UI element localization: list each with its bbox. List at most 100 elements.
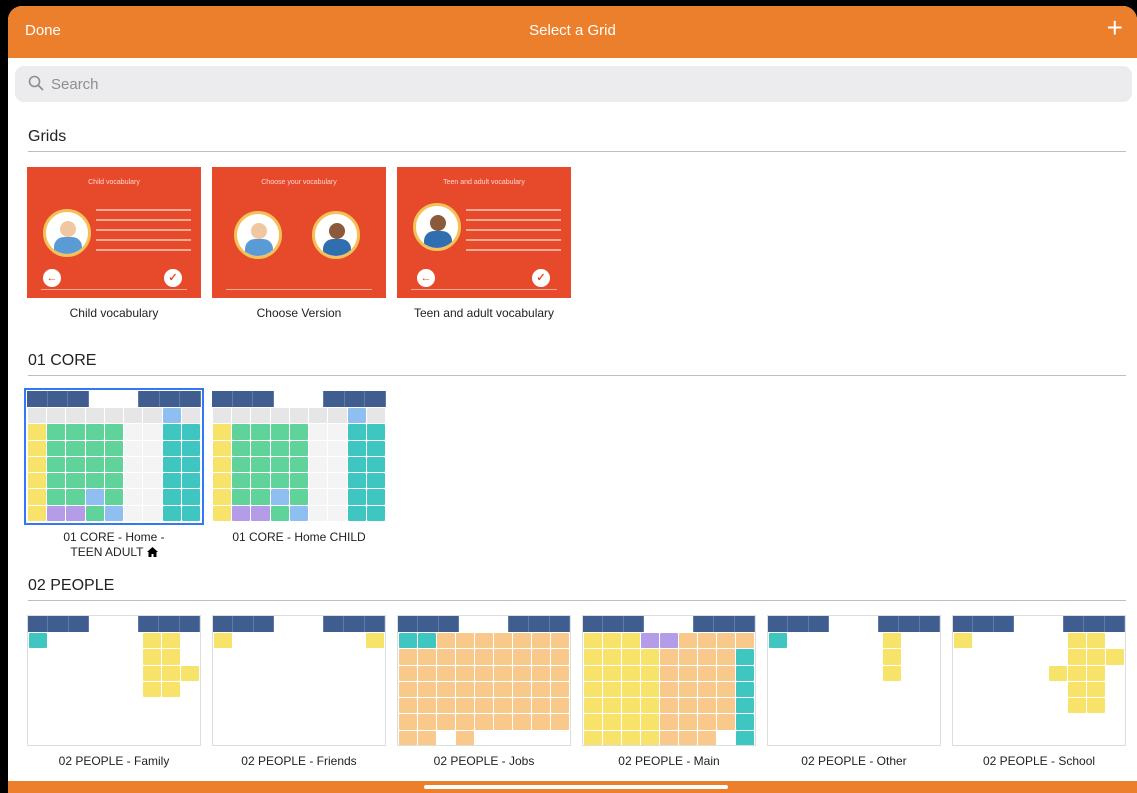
symbol-cell: [1087, 633, 1105, 649]
grid-tile-teen-adult-vocabulary[interactable]: Teen and adult vocabulary ← ✓ Teen and a…: [397, 167, 571, 321]
symbol-cell: [456, 649, 474, 665]
symbol-cell: [309, 440, 328, 456]
grid-tile-core-home-teen-adult[interactable]: 01 CORE - Home - TEEN ADULT: [24, 388, 204, 560]
symbol-cell: [270, 456, 289, 473]
add-grid-button[interactable]: +: [1107, 14, 1123, 42]
symbol-cell: [1011, 714, 1029, 730]
symbol-grid-preview: [398, 632, 570, 745]
symbol-cell: [1049, 681, 1067, 698]
symbol-cell: [992, 714, 1010, 730]
symbol-cell: [328, 698, 346, 714]
symbol-cell: [1068, 681, 1086, 698]
symbol-cell: [864, 698, 882, 714]
grid-tile-people-school[interactable]: 02 PEOPLE - School: [952, 615, 1126, 769]
symbol-cell: [660, 649, 678, 665]
symbol-cell: [47, 408, 66, 424]
symbol-cell: [622, 730, 640, 745]
symbol-cell: [48, 633, 66, 649]
grid-tile-label: 02 PEOPLE - School: [982, 754, 1096, 768]
symbol-cell: [104, 456, 124, 473]
symbol-cell: [992, 681, 1010, 698]
symbol-cell: [603, 730, 621, 745]
symbol-cell: [232, 505, 251, 521]
symbol-cell: [494, 698, 512, 714]
symbol-cell: [67, 730, 85, 745]
symbol-cell: [864, 730, 882, 745]
symbol-cell: [1106, 714, 1124, 730]
symbol-cell: [399, 714, 417, 730]
symbol-cell: [124, 424, 143, 440]
symbol-cell: [289, 489, 309, 505]
symbol-cell: [232, 473, 251, 489]
symbol-cell: [1011, 665, 1029, 681]
symbol-cell: [660, 714, 678, 730]
symbol-cell: [66, 473, 85, 489]
search-input[interactable]: [51, 72, 1111, 96]
grid-toolbar: [398, 616, 570, 632]
symbol-cell: [251, 440, 270, 456]
grid-tile-label: 02 PEOPLE - Other: [801, 754, 907, 768]
symbol-cell: [902, 665, 920, 681]
symbol-cell: [437, 698, 455, 714]
symbol-cell: [48, 730, 66, 745]
symbol-cell: [85, 440, 104, 456]
symbol-cell: [769, 714, 787, 730]
symbol-cell: [366, 473, 385, 489]
grid-tile-label: Child vocabulary: [69, 306, 159, 320]
symbol-cell: [233, 681, 251, 698]
symbol-cell: [1106, 730, 1124, 745]
symbol-cell: [1068, 730, 1086, 745]
thumbnail-text-lines: [466, 203, 561, 259]
teen-avatar-icon: [413, 203, 461, 251]
symbol-cell: [826, 633, 844, 649]
grid-tile-label-line2: TEEN ADULT: [70, 545, 144, 559]
symbol-cell: [347, 424, 366, 440]
symbol-cell: [143, 473, 162, 489]
symbol-cell: [162, 408, 181, 424]
grid-thumbnail: Child vocabulary ← ✓: [27, 167, 201, 298]
symbol-cell: [214, 714, 232, 730]
symbol-cell: [66, 440, 85, 456]
symbol-cell: [67, 665, 85, 681]
grid-tile-people-friends[interactable]: 02 PEOPLE - Friends: [212, 615, 386, 769]
grid-tile-core-home-child[interactable]: 01 CORE - Home CHILD: [212, 391, 386, 545]
symbol-cell: [399, 665, 417, 681]
symbol-cell: [233, 649, 251, 665]
symbol-cell: [532, 665, 550, 681]
symbol-cell: [143, 440, 162, 456]
symbol-cell: [366, 633, 384, 649]
symbol-cell: [328, 730, 346, 745]
symbol-cell: [181, 505, 200, 521]
search-bar[interactable]: [15, 66, 1132, 102]
symbol-cell: [252, 730, 270, 745]
symbol-cell: [584, 714, 602, 730]
symbol-cell: [347, 489, 366, 505]
symbol-cell: [475, 730, 493, 745]
symbol-cell: [213, 473, 232, 489]
symbol-cell: [456, 730, 474, 745]
symbol-cell: [328, 424, 347, 440]
grid-thumbnail: Teen and adult vocabulary ← ✓: [397, 167, 571, 298]
symbol-cell: [513, 730, 531, 745]
symbol-cell: [271, 649, 289, 665]
symbol-cell: [1106, 665, 1124, 681]
grid-tile-people-family[interactable]: 02 PEOPLE - Family: [27, 615, 201, 769]
symbol-cell: [214, 698, 232, 714]
symbol-cell: [289, 424, 309, 440]
grid-tile-choose-version[interactable]: Choose your vocabulary Choose Version: [212, 167, 386, 321]
symbol-cell: [921, 665, 939, 681]
symbol-cell: [584, 681, 602, 698]
thumbnail-title: Teen and adult vocabulary: [443, 179, 525, 186]
symbol-cell: [551, 730, 569, 745]
symbol-cell: [309, 681, 327, 698]
grid-tile-child-vocabulary[interactable]: Child vocabulary ← ✓ Child vocabulary: [27, 167, 201, 321]
grid-tile-people-jobs[interactable]: 02 PEOPLE - Jobs: [397, 615, 571, 769]
symbol-cell: [788, 730, 806, 745]
symbol-cell: [954, 698, 972, 714]
symbol-cell: [309, 505, 328, 521]
symbol-cell: [921, 681, 939, 698]
grid-tile-people-main[interactable]: 02 PEOPLE - Main: [582, 615, 756, 769]
symbol-cell: [124, 473, 143, 489]
symbol-cell: [86, 649, 104, 665]
grid-tile-people-other[interactable]: 02 PEOPLE - Other: [767, 615, 941, 769]
